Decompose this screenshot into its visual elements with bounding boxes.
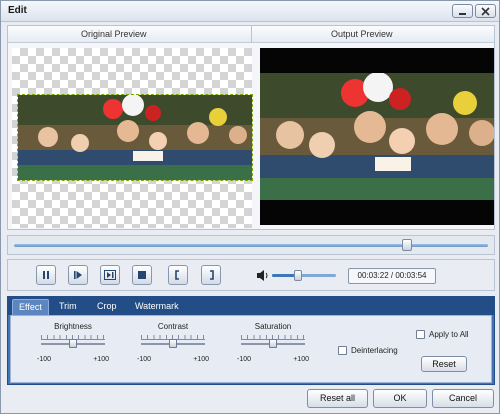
player-controls: 00:03:22 / 00:03:54 — [7, 259, 495, 291]
stop-icon — [138, 271, 146, 279]
minimize-icon — [459, 12, 466, 15]
deinterlacing-label: Deinterlacing — [351, 346, 398, 355]
original-video-frame[interactable] — [17, 94, 253, 181]
brightness-min: -100 — [37, 356, 52, 363]
seek-track[interactable] — [14, 244, 488, 247]
contrast-slider-group: Contrast -100 +100 — [137, 322, 209, 372]
volume-slider[interactable] — [272, 270, 336, 281]
saturation-slider-group: Saturation -100 +100 — [237, 322, 309, 372]
seek-bar[interactable] — [7, 235, 495, 255]
preview-area: Original Preview Output Preview — [7, 25, 495, 230]
reset-button[interactable]: Reset — [421, 356, 467, 372]
pause-button[interactable] — [36, 265, 56, 285]
close-button[interactable] — [475, 4, 496, 18]
output-preview-column — [256, 26, 494, 231]
effect-panel: Brightness -100 +100 Contrast -100 +100 … — [10, 315, 492, 383]
reset-all-button[interactable]: Reset all — [307, 389, 368, 408]
mark-out-icon — [210, 270, 214, 280]
minimize-button[interactable] — [452, 4, 473, 18]
tab-effect[interactable]: Effect — [12, 299, 49, 315]
brightness-label: Brightness — [54, 322, 92, 331]
original-preview-label: Original Preview — [81, 29, 147, 39]
volume-icon[interactable] — [256, 269, 269, 282]
edit-options-panel: Effect Trim Crop Watermark Brightness -1… — [7, 296, 495, 385]
deinterlacing-checkbox[interactable] — [338, 346, 347, 355]
tab-watermark[interactable]: Watermark — [129, 299, 185, 315]
close-icon — [481, 6, 490, 16]
tab-crop[interactable]: Crop — [91, 299, 123, 315]
title-bar: Edit — [1, 1, 499, 22]
tab-trim[interactable]: Trim — [53, 299, 83, 315]
play-from-start-icon — [74, 271, 82, 279]
frame-step-icon — [104, 270, 116, 280]
brightness-slider-group: Brightness -100 +100 — [37, 322, 109, 372]
window-title: Edit — [8, 5, 27, 16]
saturation-min: -100 — [237, 356, 252, 363]
output-preview-canvas — [260, 48, 494, 225]
stop-button[interactable] — [132, 265, 152, 285]
contrast-label: Contrast — [157, 322, 189, 331]
mark-in-button[interactable] — [168, 265, 188, 285]
edit-tabs: Effect Trim Crop Watermark — [8, 297, 494, 315]
contrast-min: -100 — [137, 356, 152, 363]
original-video-image — [18, 95, 252, 180]
apply-to-all-checkbox[interactable] — [416, 330, 425, 339]
original-preview-canvas — [12, 48, 253, 228]
edit-window: Edit Original Preview Output Preview 00:… — [0, 0, 500, 414]
cancel-button[interactable]: Cancel — [432, 389, 494, 408]
seek-thumb[interactable] — [402, 239, 413, 251]
brightness-thumb[interactable] — [69, 339, 77, 348]
mark-out-button[interactable] — [201, 265, 221, 285]
time-display: 00:03:22 / 00:03:54 — [348, 268, 436, 284]
volume-thumb[interactable] — [293, 270, 302, 281]
mark-in-icon — [175, 270, 179, 280]
frame-step-button[interactable] — [100, 265, 120, 285]
preview-divider — [251, 26, 252, 43]
contrast-max: +100 — [193, 356, 209, 363]
saturation-max: +100 — [293, 356, 309, 363]
saturation-thumb[interactable] — [269, 339, 277, 348]
brightness-max: +100 — [93, 356, 109, 363]
pause-icon — [43, 271, 49, 279]
output-video-frame — [260, 73, 494, 200]
contrast-thumb[interactable] — [169, 339, 177, 348]
saturation-label: Saturation — [254, 322, 292, 331]
apply-to-all-label: Apply to All — [429, 330, 469, 339]
play-from-start-button[interactable] — [68, 265, 88, 285]
output-video-image — [260, 73, 494, 200]
ok-button[interactable]: OK — [373, 389, 427, 408]
